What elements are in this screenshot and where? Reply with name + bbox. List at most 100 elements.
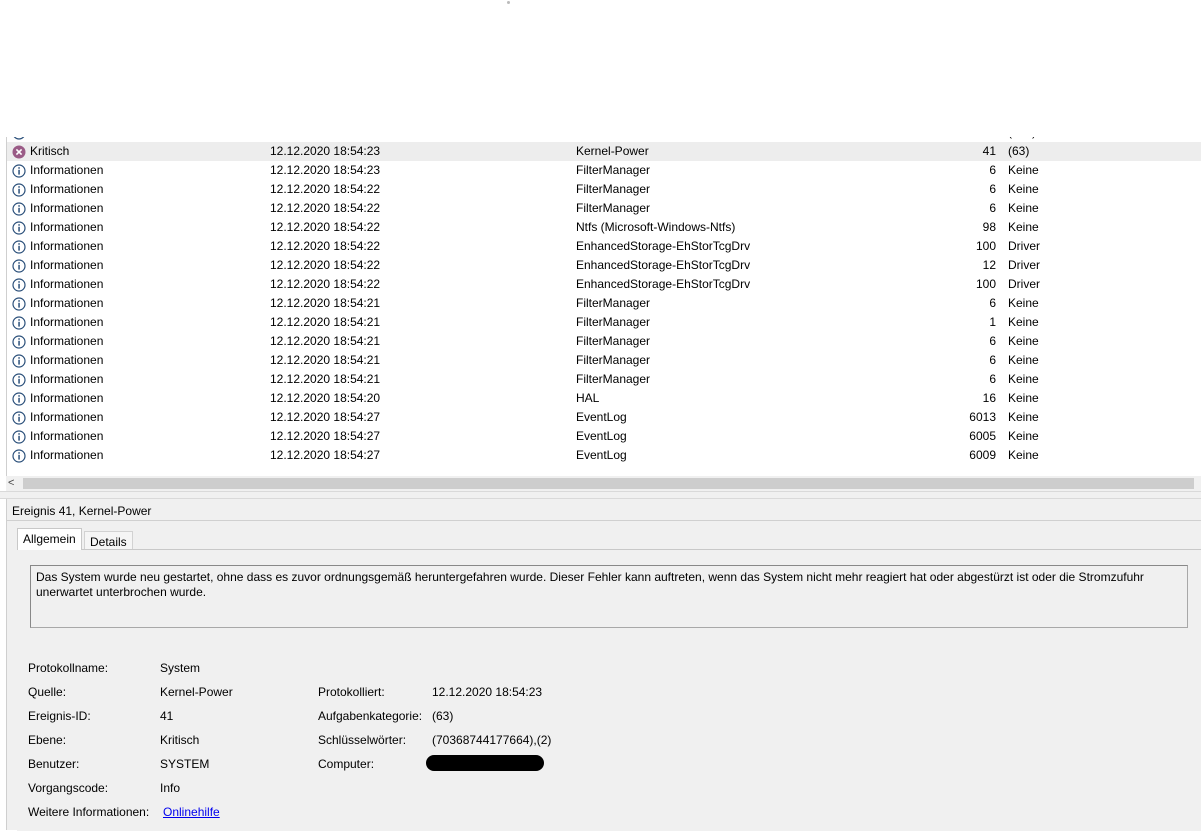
event-row[interactable]: Informationen 12.12.2020 18:54:23 FilterMa… xyxy=(7,161,1201,180)
event-source: EnhancedStorage-EhStorTcgDrv xyxy=(576,258,751,272)
event-row[interactable]: Informationen 12.12.2020 18:54:21 FilterMa… xyxy=(7,332,1201,351)
info-icon xyxy=(12,258,26,273)
logged-value: 12.12.2020 18:54:23 xyxy=(432,685,543,699)
info-icon xyxy=(12,201,26,216)
event-date: 12.12.2020 18:54:27 xyxy=(270,429,381,443)
horizontal-scrollbar[interactable]: < xyxy=(6,476,1201,491)
event-list[interactable]: Informationen 12.12.2020 18:54:23 Kernel-P… xyxy=(6,137,1201,491)
keywords-label: Schlüsselwörter: xyxy=(318,733,407,747)
info-icon xyxy=(12,163,26,178)
tab-details[interactable]: Details xyxy=(84,531,133,551)
event-row[interactable]: Informationen 12.12.2020 18:54:21 FilterMa… xyxy=(7,313,1201,332)
event-task-category: Keine xyxy=(1008,163,1039,177)
event-id: 6009 xyxy=(969,448,996,462)
event-level: Informationen xyxy=(12,161,103,180)
event-id: 6 xyxy=(989,182,996,196)
event-date: 12.12.2020 18:54:22 xyxy=(270,239,381,253)
event-task-category: Keine xyxy=(1008,448,1039,462)
event-row[interactable]: Informationen 12.12.2020 18:54:27 EventLog… xyxy=(7,427,1201,446)
event-id: 16 xyxy=(982,391,996,405)
info-icon xyxy=(12,448,26,463)
event-source: EnhancedStorage-EhStorTcgDrv xyxy=(576,239,751,253)
event-level-text: Informationen xyxy=(30,258,104,272)
online-help-link[interactable]: Onlinehilfe xyxy=(163,804,220,820)
event-row[interactable]: Informationen 12.12.2020 18:54:22 FilterMa… xyxy=(7,199,1201,218)
event-level-text: Informationen xyxy=(30,353,104,367)
task-category-label: Aufgabenkategorie: xyxy=(318,709,423,723)
event-level: Informationen xyxy=(12,199,103,218)
event-row[interactable]: Informationen 12.12.2020 18:54:27 EventLog… xyxy=(7,446,1201,465)
pane-splitter[interactable] xyxy=(0,491,1201,499)
event-level: Kritisch xyxy=(12,142,69,161)
event-id: 6 xyxy=(989,296,996,310)
event-id: 6 xyxy=(989,163,996,177)
event-level: Informationen xyxy=(12,408,103,427)
more-info-label: Weitere Informationen: xyxy=(28,805,150,819)
event-date: 12.12.2020 18:54:22 xyxy=(270,277,381,291)
task-category-value: (63) xyxy=(432,709,454,723)
info-icon xyxy=(12,429,26,444)
title-divider xyxy=(7,520,1201,521)
user-label: Benutzer: xyxy=(28,757,80,771)
event-task-category: Driver xyxy=(1008,239,1040,253)
info-icon xyxy=(12,315,26,330)
window-grip-dot xyxy=(507,1,510,4)
event-id: 100 xyxy=(975,239,996,253)
event-description[interactable]: Das System wurde neu gestartet, ohne das… xyxy=(30,565,1188,628)
event-id: 100 xyxy=(975,277,996,291)
event-task-category: Keine xyxy=(1008,201,1039,215)
event-task-category: Driver xyxy=(1008,277,1040,291)
event-source: HAL xyxy=(576,391,600,405)
event-task-category: Keine xyxy=(1008,315,1039,329)
event-level-text: Informationen xyxy=(30,201,104,215)
event-level-text: Informationen xyxy=(30,315,104,329)
event-row[interactable]: Informationen 12.12.2020 18:54:27 EventLog… xyxy=(7,408,1201,427)
event-source: EnhancedStorage-EhStorTcgDrv xyxy=(576,277,751,291)
event-task-category: Keine xyxy=(1008,220,1039,234)
event-row[interactable]: Informationen 12.12.2020 18:54:20 HAL 16 Kei… xyxy=(7,389,1201,408)
event-row[interactable]: Informationen 12.12.2020 18:54:21 FilterMa… xyxy=(7,294,1201,313)
event-task-category: Driver xyxy=(1008,258,1040,272)
event-id: 12 xyxy=(982,258,996,272)
event-row[interactable]: Informationen 12.12.2020 18:54:22 Enhanced… xyxy=(7,275,1201,294)
info-icon xyxy=(12,220,26,235)
event-level-text: Informationen xyxy=(30,220,104,234)
event-source: FilterManager xyxy=(576,315,651,329)
event-row[interactable]: Kritisch 12.12.2020 18:54:23 Kernel-Power 4… xyxy=(7,142,1201,161)
keywords-value: (70368744177664),(2) xyxy=(432,733,552,747)
event-id: 6 xyxy=(989,201,996,215)
tab-general[interactable]: Allgemein xyxy=(17,528,82,550)
event-id-value: 41 xyxy=(160,709,174,723)
event-source: FilterManager xyxy=(576,296,651,310)
user-value: SYSTEM xyxy=(160,757,210,771)
event-task-category: Keine xyxy=(1008,182,1039,196)
scroll-left-arrow[interactable]: < xyxy=(8,476,22,491)
event-id-label: Ereignis-ID: xyxy=(28,709,91,723)
event-row[interactable]: Informationen 12.12.2020 18:54:22 Enhanced… xyxy=(7,237,1201,256)
info-icon xyxy=(12,137,26,140)
event-source: FilterManager xyxy=(576,353,651,367)
event-source: EventLog xyxy=(576,448,627,462)
event-level-text: Kritisch xyxy=(30,144,70,158)
event-level-text: Informationen xyxy=(30,429,104,443)
event-row[interactable]: Informationen 12.12.2020 18:54:22 Enhanced… xyxy=(7,256,1201,275)
event-date: 12.12.2020 18:54:21 xyxy=(270,372,381,386)
event-level-text: Informationen xyxy=(30,372,104,386)
event-task-category: Keine xyxy=(1008,296,1039,310)
event-level: Informationen xyxy=(12,180,103,199)
event-id: 6013 xyxy=(969,410,996,424)
event-level: Informationen xyxy=(12,446,103,465)
scrollbar-thumb[interactable] xyxy=(23,478,1194,489)
event-row[interactable]: Informationen 12.12.2020 18:54:22 FilterMa… xyxy=(7,180,1201,199)
event-row[interactable]: Informationen 12.12.2020 18:54:21 FilterMa… xyxy=(7,370,1201,389)
event-task-category: Keine xyxy=(1008,391,1039,405)
event-row[interactable]: Informationen 12.12.2020 18:54:21 FilterMa… xyxy=(7,351,1201,370)
event-detail-pane: Ereignis 41, Kernel-Power Allgemein Deta… xyxy=(6,499,1201,831)
event-level-text: Informationen xyxy=(30,448,104,462)
event-row[interactable]: Informationen 12.12.2020 18:54:22 Ntfs (Mi… xyxy=(7,218,1201,237)
event-level: Informationen xyxy=(12,256,103,275)
info-icon xyxy=(12,296,26,311)
event-source: FilterManager xyxy=(576,182,651,196)
opcode-value: Info xyxy=(160,781,181,795)
event-date: 12.12.2020 18:54:27 xyxy=(270,448,381,462)
